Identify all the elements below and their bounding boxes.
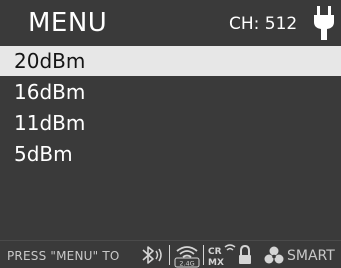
- header-bar: MENU CH: 512: [0, 0, 341, 44]
- divider: [203, 245, 204, 265]
- menu-item-5dbm[interactable]: 5dBm: [0, 139, 341, 169]
- crmx-label-top: CR: [208, 247, 222, 257]
- fan-icon: [264, 246, 284, 264]
- channel-indicator: CH: 512: [229, 14, 298, 34]
- power-plug-icon: [314, 6, 334, 40]
- crmx-icon: CR MX: [208, 244, 236, 268]
- menu-item-label: 5dBm: [14, 142, 73, 166]
- menu-list: 20dBm 16dBm 11dBm 5dBm: [0, 46, 341, 170]
- lock-icon: [239, 244, 251, 264]
- mode-label: SMART: [287, 248, 335, 264]
- menu-item-16dbm[interactable]: 16dBm: [0, 77, 341, 107]
- device-screen: MENU CH: 512 20dBm 16dBm 11dBm 5dBm PRES…: [0, 0, 341, 268]
- crmx-label-bottom: MX: [208, 258, 224, 268]
- menu-item-label: 20dBm: [14, 49, 86, 73]
- bluetooth-icon: [142, 246, 162, 264]
- menu-item-label: 16dBm: [14, 80, 86, 104]
- footer-hint: PRESS "MENU" TO: [7, 249, 120, 263]
- menu-item-label: 11dBm: [14, 111, 86, 135]
- page-title: MENU: [28, 8, 108, 38]
- divider: [169, 245, 170, 265]
- wireless-band-label: 2.4G: [179, 260, 194, 268]
- menu-item-11dbm[interactable]: 11dBm: [0, 108, 341, 138]
- menu-item-20dbm[interactable]: 20dBm: [0, 46, 341, 76]
- status-bar: PRESS "MENU" TO 2.4G CR MX SMART: [0, 240, 341, 268]
- wifi-icon: 2.4G: [174, 246, 200, 268]
